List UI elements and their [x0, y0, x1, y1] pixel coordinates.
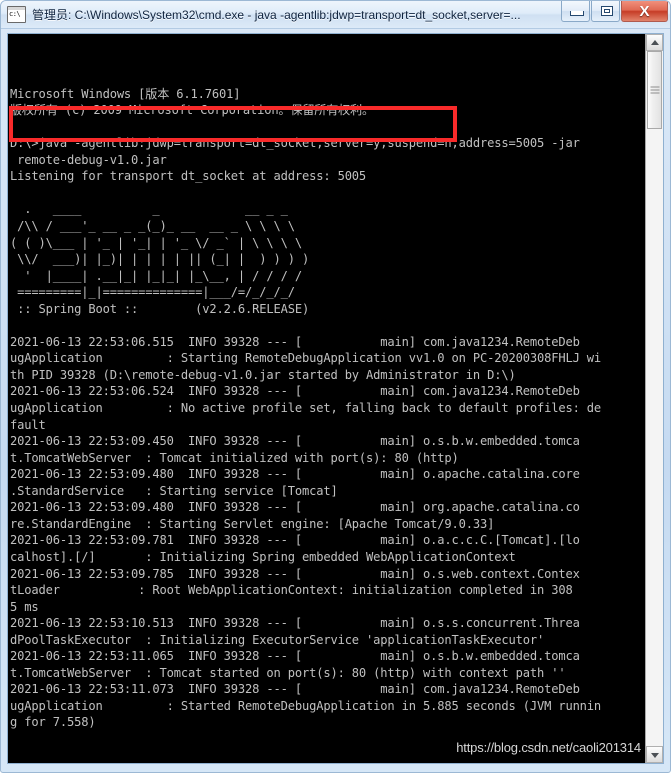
console-line: ' |____| .__|_| |_|_| |_\__, | / / / /	[10, 268, 302, 283]
console-line: fault	[10, 417, 46, 432]
window-client-area: Microsoft Windows [版本 6.1.7601] 版权所有 (c) …	[1, 29, 670, 772]
console-line: /\\ / ___'_ __ _ _(_)_ __ __ _ \ \ \ \	[10, 219, 295, 234]
console-line: th PID 39328 (D:\remote-debug-v1.0.jar s…	[10, 367, 516, 382]
cmd-console-icon	[7, 6, 26, 23]
console-line: :: Spring Boot :: (v2.2.6.RELEASE)	[10, 301, 310, 316]
console-line: =========|_|==============|___/=/_/_/_/	[10, 285, 295, 300]
console-line: 2021-06-13 22:53:06.515 INFO 39328 --- […	[10, 334, 580, 349]
console-line: \\/ ___)| |_)| | | | | || (_| | ) ) ) )	[10, 252, 310, 267]
console-line: D:\>java -agentlib:jdwp=transport=dt_soc…	[10, 136, 580, 151]
console-line: 2021-06-13 22:53:09.480 INFO 39328 --- […	[10, 500, 580, 515]
console-line: remote-debug-v1.0.jar	[10, 152, 167, 167]
console-line: 2021-06-13 22:53:06.524 INFO 39328 --- […	[10, 384, 580, 399]
console-line: 2021-06-13 22:53:10.513 INFO 39328 --- […	[10, 616, 580, 631]
scroll-down-button[interactable]	[646, 746, 663, 763]
cmd-window: 管理员: C:\Windows\System32\cmd.exe - java …	[0, 0, 671, 773]
close-button[interactable]: X	[621, 1, 668, 22]
maximize-button[interactable]	[591, 1, 620, 22]
console-line: ( ( )\___ | '_ | '_| | '_ \/ _` | \ \ \ …	[10, 235, 302, 250]
console-line: 2021-06-13 22:53:11.073 INFO 39328 --- […	[10, 682, 580, 697]
scrollbar-track[interactable]	[646, 51, 663, 746]
console-line: t.TomcatWebServer : Tomcat initialized w…	[10, 450, 459, 465]
scroll-down-arrow-icon	[650, 752, 659, 758]
console-line: ugApplication : No active profile set, f…	[10, 401, 602, 416]
close-icon: X	[639, 3, 650, 20]
console-line: 2021-06-13 22:53:11.065 INFO 39328 --- […	[10, 649, 580, 664]
console-line: ugApplication : Starting RemoteDebugAppl…	[10, 351, 602, 366]
console-output[interactable]: Microsoft Windows [版本 6.1.7601] 版权所有 (c) …	[8, 34, 645, 763]
console-line: 2021-06-13 22:53:09.785 INFO 39328 --- […	[10, 566, 580, 581]
console-line-list: Microsoft Windows [版本 6.1.7601] 版权所有 (c) …	[10, 86, 645, 731]
console-shell: Microsoft Windows [版本 6.1.7601] 版权所有 (c) …	[7, 33, 664, 764]
console-line: 2021-06-13 22:53:09.781 INFO 39328 --- […	[10, 533, 580, 548]
console-line: tLoader : Root WebApplicationContext: in…	[10, 583, 573, 598]
scroll-up-arrow-icon	[650, 39, 659, 45]
console-line: g for 7.558)	[10, 715, 96, 730]
console-line: calhost].[/] : Initializing Spring embed…	[10, 549, 516, 564]
minimize-icon	[570, 11, 584, 16]
console-line: 版权所有 (c) 2009 Microsoft Corporation。保留所有…	[10, 103, 374, 118]
console-line: . ____ _ __ _ _	[10, 202, 288, 217]
console-line: re.StandardEngine : Starting Servlet eng…	[10, 516, 495, 531]
window-titlebar[interactable]: 管理员: C:\Windows\System32\cmd.exe - java …	[1, 1, 670, 29]
console-line: dPoolTaskExecutor : Initializing Executo…	[10, 632, 545, 647]
maximize-icon	[601, 6, 613, 16]
console-line: Microsoft Windows [版本 6.1.7601]	[10, 86, 241, 101]
console-line: ugApplication : Started RemoteDebugAppli…	[10, 698, 602, 713]
vertical-scrollbar[interactable]	[645, 34, 663, 763]
scrollbar-thumb[interactable]	[647, 51, 662, 129]
console-line: 2021-06-13 22:53:09.480 INFO 39328 --- […	[10, 467, 580, 482]
console-line: 5 ms	[10, 599, 39, 614]
console-line: Listening for transport dt_socket at add…	[10, 169, 367, 184]
minimize-button[interactable]	[561, 1, 590, 22]
window-controls: X	[560, 1, 668, 25]
scrollbar-grip-icon	[650, 86, 659, 94]
console-line: t.TomcatWebServer : Tomcat started on po…	[10, 665, 566, 680]
watermark-text: https://blog.csdn.net/caoli201314	[456, 740, 641, 756]
console-line: .StandardService : Starting service [Tom…	[10, 483, 338, 498]
console-line: 2021-06-13 22:53:09.450 INFO 39328 --- […	[10, 434, 580, 449]
scroll-up-button[interactable]	[646, 34, 663, 51]
